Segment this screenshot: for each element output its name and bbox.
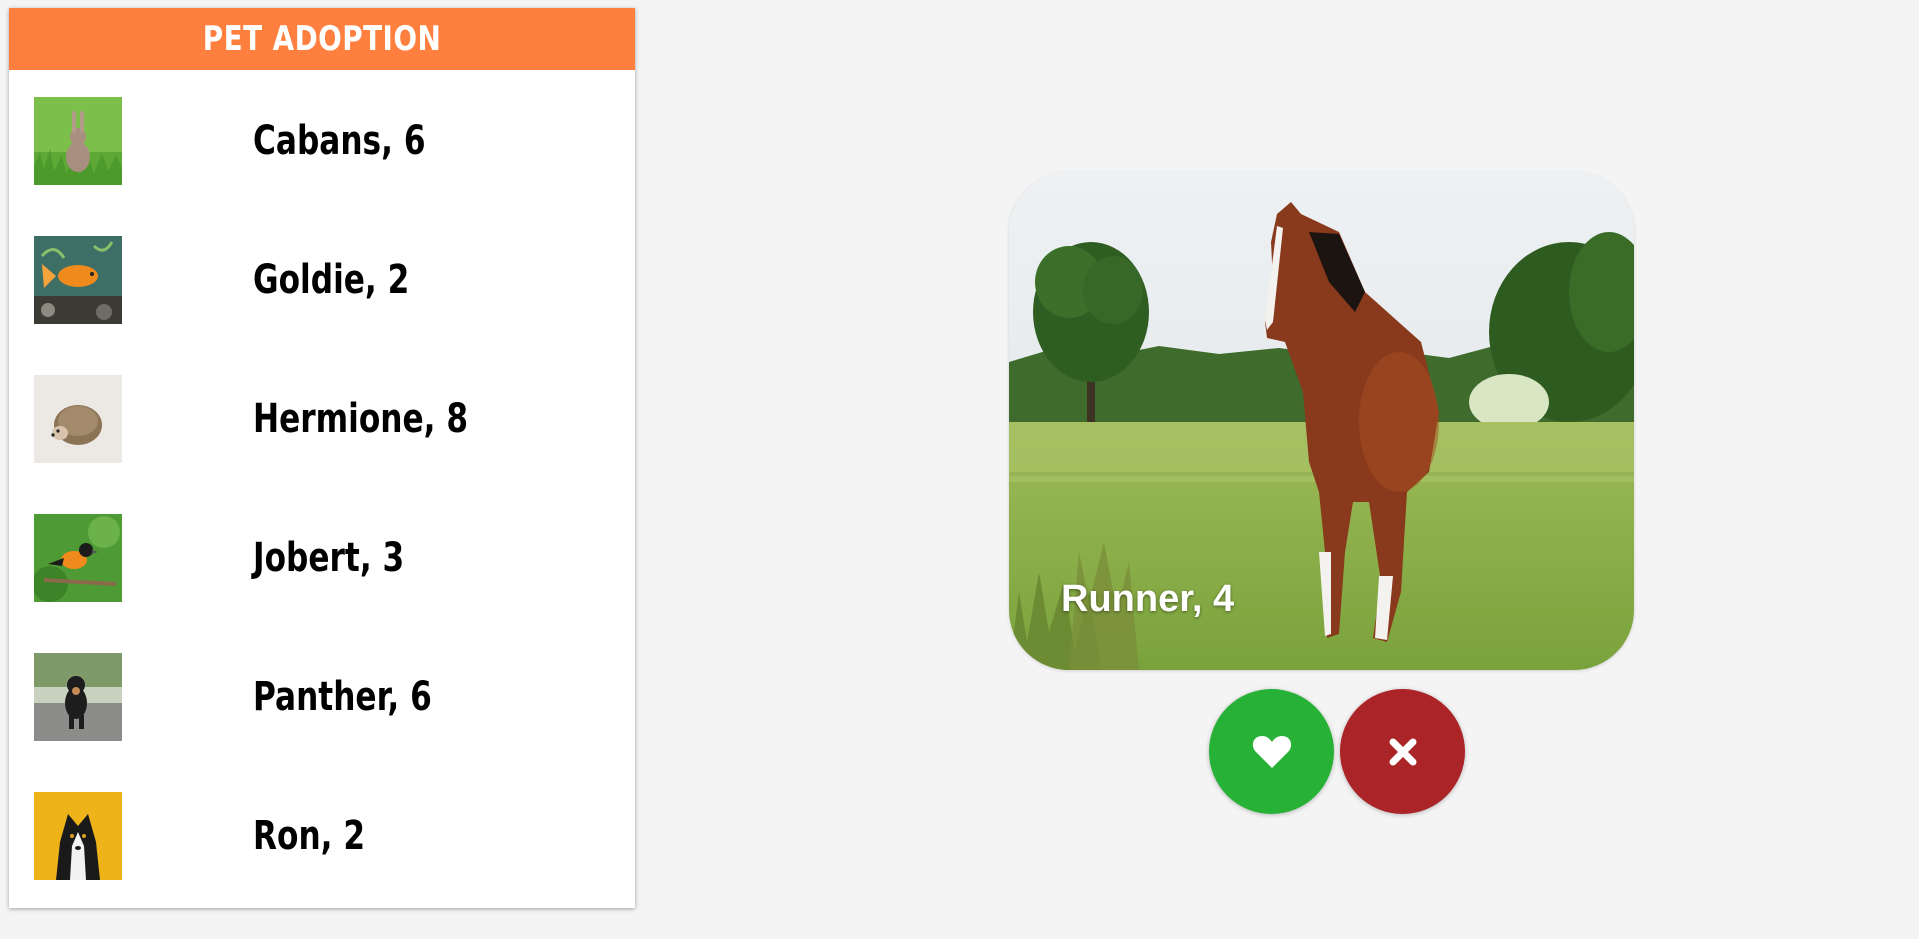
dislike-button[interactable] — [1340, 689, 1465, 814]
pet-item-ron[interactable]: Ron, 2 — [9, 766, 635, 905]
pet-item-cabans[interactable]: Cabans, 6 — [9, 71, 635, 210]
collie-photo-thumbnail — [34, 791, 122, 880]
heart-icon — [1252, 735, 1291, 768]
pet-card-name: Runner, 4 — [1061, 578, 1235, 620]
pet-name-label: Jobert, 3 — [253, 534, 405, 581]
dog-photo-thumbnail — [34, 652, 122, 741]
bird-photo-thumbnail — [34, 513, 122, 602]
pet-item-panther[interactable]: Panther, 6 — [9, 627, 635, 766]
like-button[interactable] — [1209, 689, 1334, 814]
panel-header: PET ADOPTION — [9, 8, 635, 70]
goldfish-photo-thumbnail — [34, 235, 122, 324]
pet-list: Cabans, 6 Goldie, 2 Hermione, 8 Jobert, … — [9, 71, 635, 905]
pet-name-label: Hermione, 8 — [253, 395, 469, 442]
pet-name-label: Panther, 6 — [253, 673, 432, 720]
pet-item-jobert[interactable]: Jobert, 3 — [9, 488, 635, 627]
rabbit-photo-thumbnail — [34, 96, 122, 185]
pet-item-goldie[interactable]: Goldie, 2 — [9, 210, 635, 349]
pet-name-label: Ron, 2 — [253, 812, 366, 859]
pet-name-label: Goldie, 2 — [253, 256, 410, 303]
close-icon — [1389, 738, 1416, 765]
page-title: PET ADOPTION — [65, 8, 579, 70]
pet-item-hermione[interactable]: Hermione, 8 — [9, 349, 635, 488]
hedgehog-photo-thumbnail — [34, 374, 122, 463]
pet-card[interactable]: Runner, 4 — [1009, 172, 1634, 670]
pet-name-label: Cabans, 6 — [253, 117, 426, 164]
pet-list-panel: PET ADOPTION Cabans, 6 Goldie, 2 Hermion… — [9, 8, 635, 908]
